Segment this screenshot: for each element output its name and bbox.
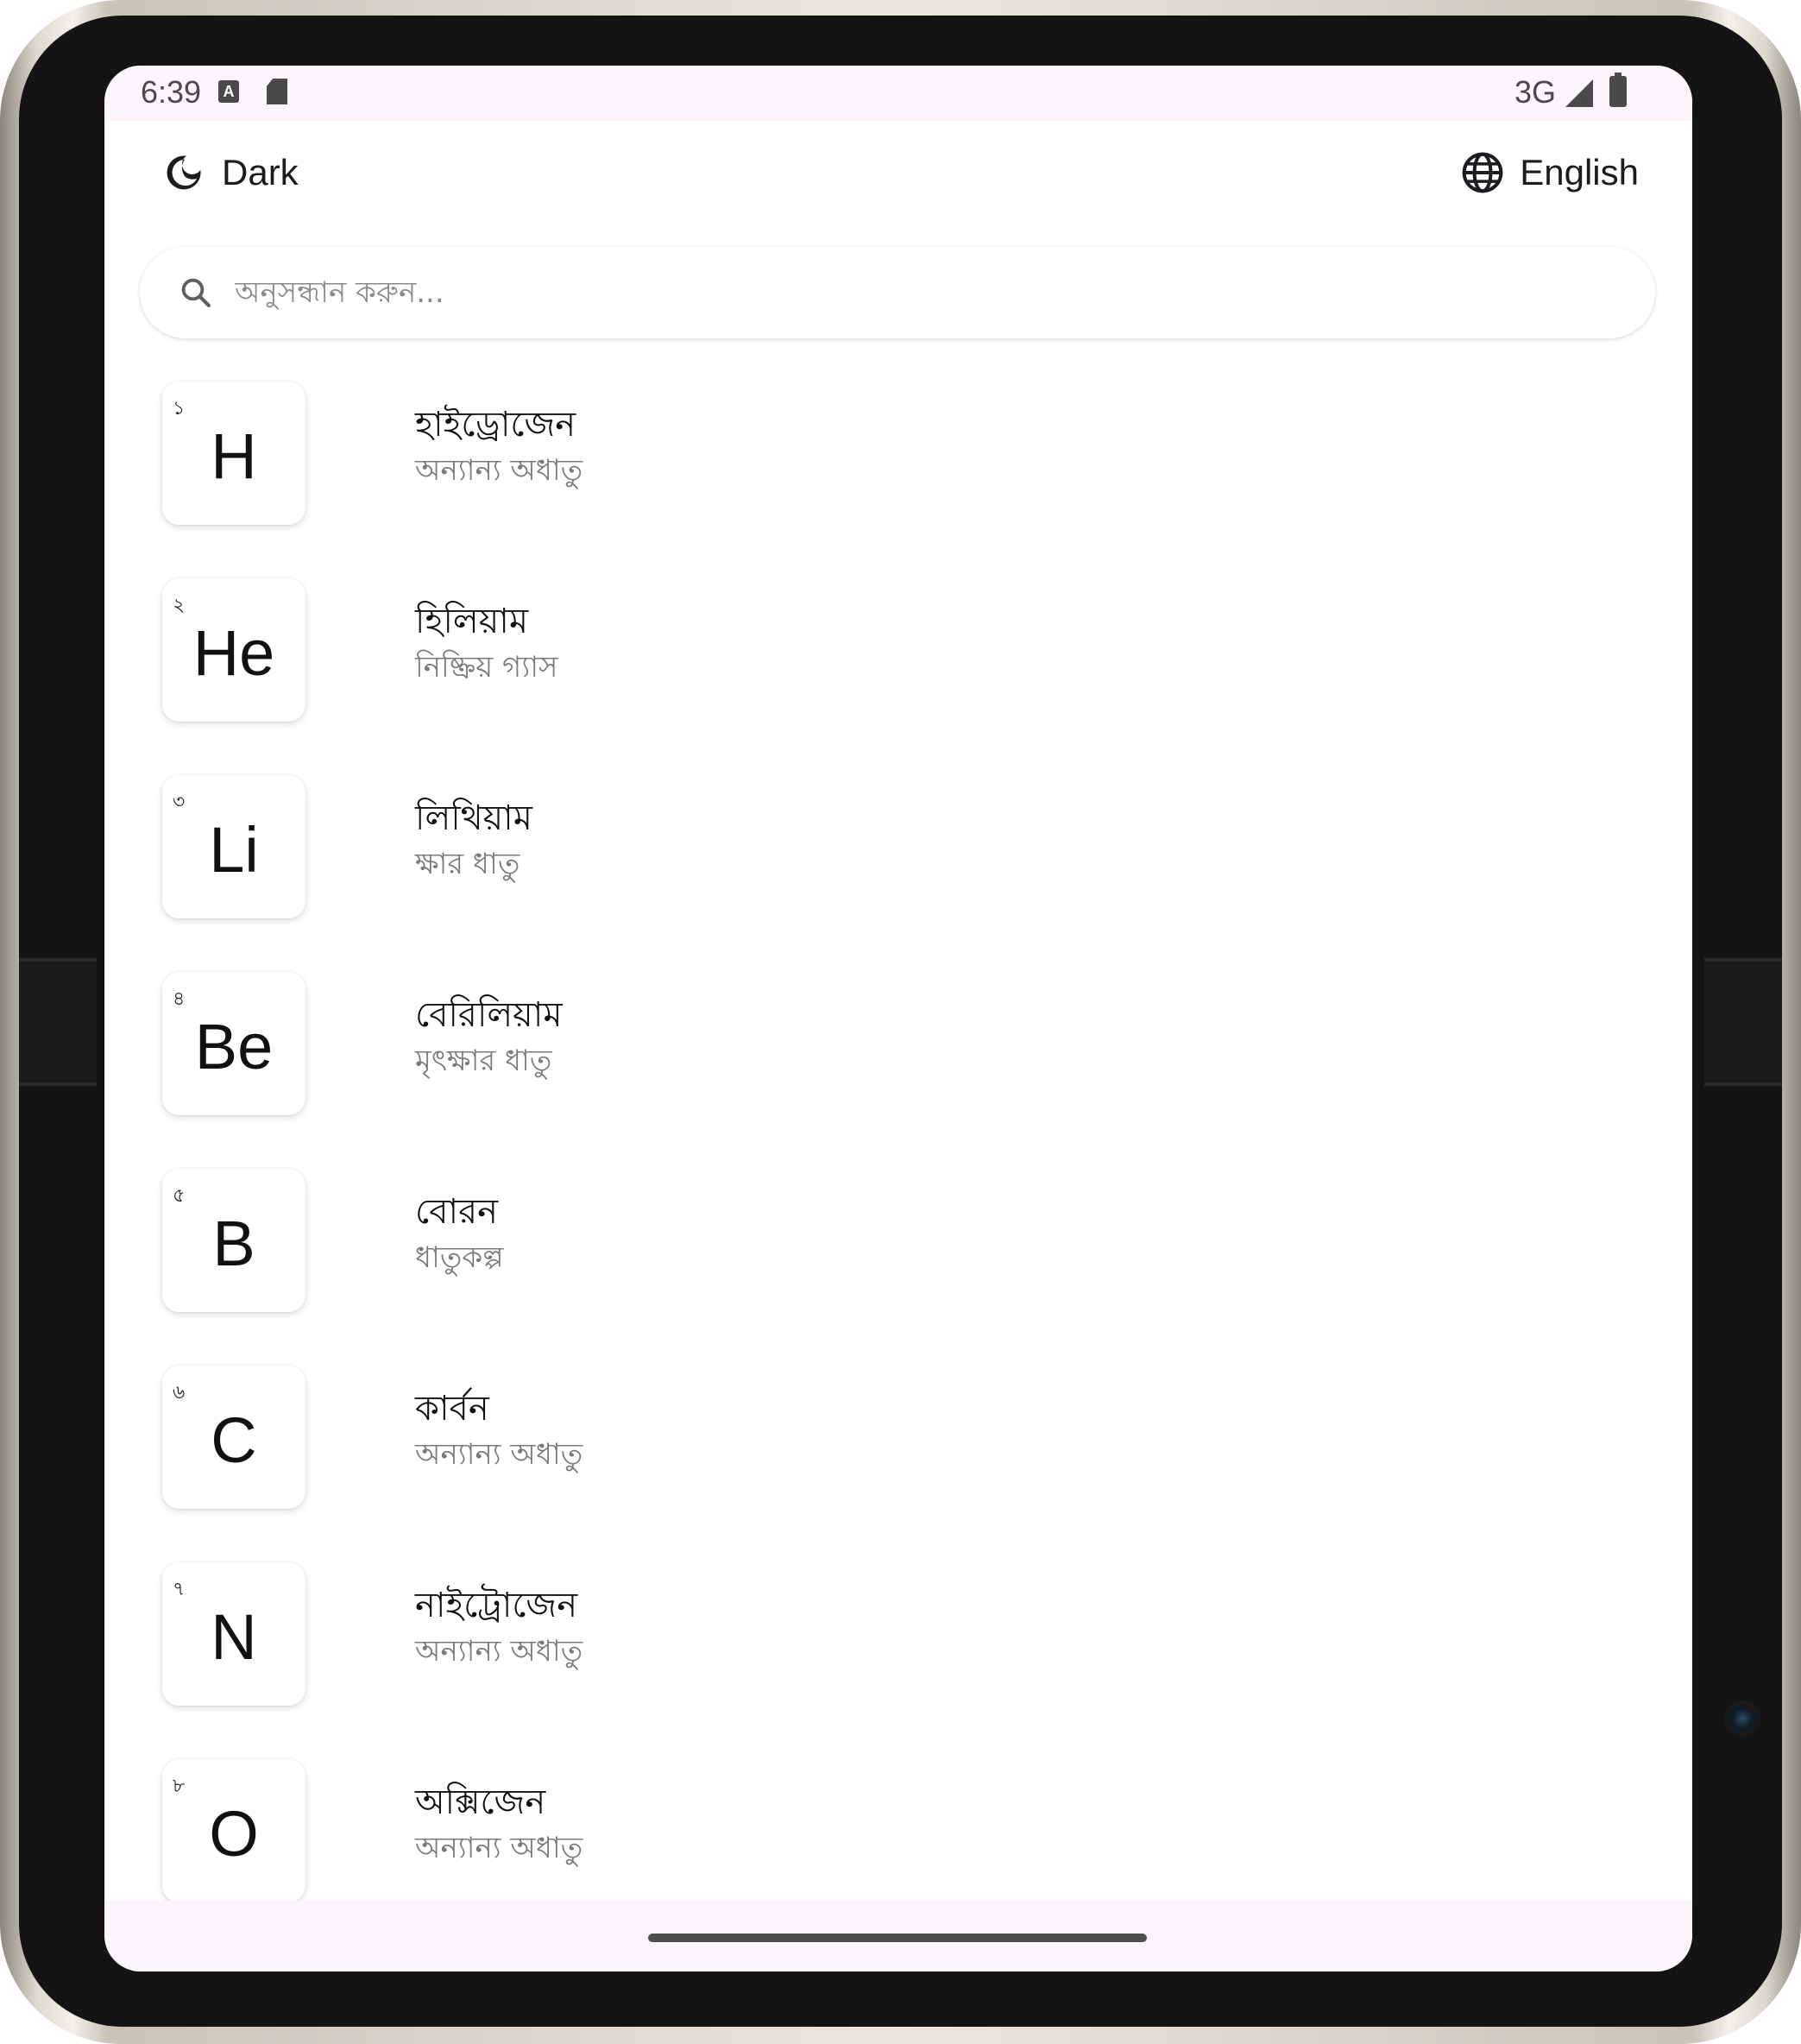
signal-icon xyxy=(1565,79,1593,107)
network-type: 3G xyxy=(1514,74,1557,110)
element-category: ক্ষার ধাতু xyxy=(415,847,520,881)
element-info: নাইট্রোজেন অন্যান্য অধাতু xyxy=(415,1581,582,1673)
element-category: অন্যান্য অধাতু xyxy=(415,1437,583,1472)
element-tile: ৬ C xyxy=(162,1366,305,1509)
language-toggle-button[interactable]: English xyxy=(1459,138,1639,207)
element-name: কার্বন xyxy=(415,1389,489,1429)
battery-icon xyxy=(1609,73,1627,107)
sd-card-icon xyxy=(267,79,287,104)
theme-label: Dark xyxy=(222,152,299,192)
element-symbol: H xyxy=(211,420,257,492)
element-tile: ৫ B xyxy=(162,1169,305,1312)
element-symbol: Li xyxy=(209,813,259,886)
search-bar[interactable] xyxy=(140,247,1655,338)
status-time: 6:39 xyxy=(141,74,202,110)
list-item-beryllium[interactable]: ৪ Be বেরিলিয়াম মৃৎক্ষার ধাতু xyxy=(140,949,1655,1122)
element-tile: ৮ O xyxy=(162,1759,305,1902)
list-item-boron[interactable]: ৫ B বোরন ধাতুকল্প xyxy=(140,1146,1655,1319)
element-tile: ৪ Be xyxy=(162,972,305,1115)
element-info: বোরন ধাতুকল্প xyxy=(415,1188,504,1279)
device-frame: 6:39 A 3G Dark English অনুসন্ধান করুন...… xyxy=(0,0,1801,2044)
search-input[interactable] xyxy=(233,257,1531,328)
element-info: হিলিয়াম নিষ্ক্রিয় গ্যাস xyxy=(415,597,558,689)
globe-icon xyxy=(1462,152,1503,193)
element-symbol: N xyxy=(211,1600,257,1673)
list-item-nitrogen[interactable]: ৭ N নাইট্রোজেন অন্যান্য অধাতু xyxy=(140,1540,1655,1713)
element-info: কার্বন অন্যান্য অধাতু xyxy=(415,1385,582,1476)
element-category: মৃৎক্ষার ধাতু xyxy=(415,1044,552,1078)
element-symbol: Be xyxy=(194,1010,274,1082)
element-symbol: B xyxy=(212,1207,255,1279)
language-label: English xyxy=(1520,152,1639,192)
keyboard-a-icon: A xyxy=(218,80,239,103)
camera-icon xyxy=(1724,1700,1760,1737)
element-name: হিলিয়াম xyxy=(415,602,529,641)
list-item-hydrogen[interactable]: ১ H হাইড্রোজেন অন্যান্য অধাতু xyxy=(140,359,1655,532)
list-item-lithium[interactable]: ৩ Li লিথিয়াম ক্ষার ধাতু xyxy=(140,753,1655,925)
element-symbol: O xyxy=(209,1797,259,1870)
list-item-oxygen[interactable]: ৮ O অক্সিজেন অন্যান্য অধাতু xyxy=(140,1737,1655,1909)
navigation-bar xyxy=(104,1901,1692,1971)
theme-toggle-button[interactable]: Dark xyxy=(161,138,299,207)
screen: 6:39 A 3G Dark English অনুসন্ধান করুন...… xyxy=(104,66,1692,1971)
top-bar: Dark English xyxy=(104,121,1692,224)
element-tile: ২ He xyxy=(162,578,305,722)
element-info: অক্সিজেন অন্যান্য অধাতু xyxy=(415,1778,582,1870)
element-list: ১ H হাইড্রোজেন অন্যান্য অধাতু ২ He হিলিয… xyxy=(104,359,1692,1965)
element-info: লিথিয়াম ক্ষার ধাতু xyxy=(415,794,532,886)
element-name: হাইড্রোজেন xyxy=(415,405,576,445)
element-name: বেরিলিয়াম xyxy=(415,995,563,1035)
element-name: নাইট্রোজেন xyxy=(415,1586,578,1625)
element-tile: ৭ N xyxy=(162,1562,305,1706)
element-category: অন্যান্য অধাতু xyxy=(415,1831,583,1865)
element-category: ধাতুকল্প xyxy=(415,1240,504,1275)
element-name: লিথিয়াম xyxy=(415,798,532,838)
element-category: নিষ্ক্রিয় গ্যাস xyxy=(415,650,558,684)
element-name: অক্সিজেন xyxy=(415,1782,546,1822)
hinge-left xyxy=(19,958,97,1086)
status-bar: 6:39 A 3G xyxy=(104,66,1692,121)
element-category: অন্যান্য অধাতু xyxy=(415,1634,583,1669)
search-icon xyxy=(181,278,211,307)
hinge-right xyxy=(1704,958,1782,1086)
list-item-helium[interactable]: ২ He হিলিয়াম নিষ্ক্রিয় গ্যাস xyxy=(140,556,1655,729)
moon-icon xyxy=(167,155,201,190)
list-item-carbon[interactable]: ৬ C কার্বন অন্যান্য অধাতু xyxy=(140,1343,1655,1516)
home-gesture-handle[interactable] xyxy=(648,1934,1147,1942)
element-name: বোরন xyxy=(415,1192,498,1232)
element-tile: ১ H xyxy=(162,382,305,525)
element-symbol: C xyxy=(211,1404,257,1476)
element-symbol: He xyxy=(192,616,275,689)
element-info: হাইড্রোজেন অন্যান্য অধাতু xyxy=(415,401,582,492)
element-category: অন্যান্য অধাতু xyxy=(415,453,583,488)
element-info: বেরিলিয়াম মৃৎক্ষার ধাতু xyxy=(415,991,563,1082)
element-tile: ৩ Li xyxy=(162,775,305,918)
